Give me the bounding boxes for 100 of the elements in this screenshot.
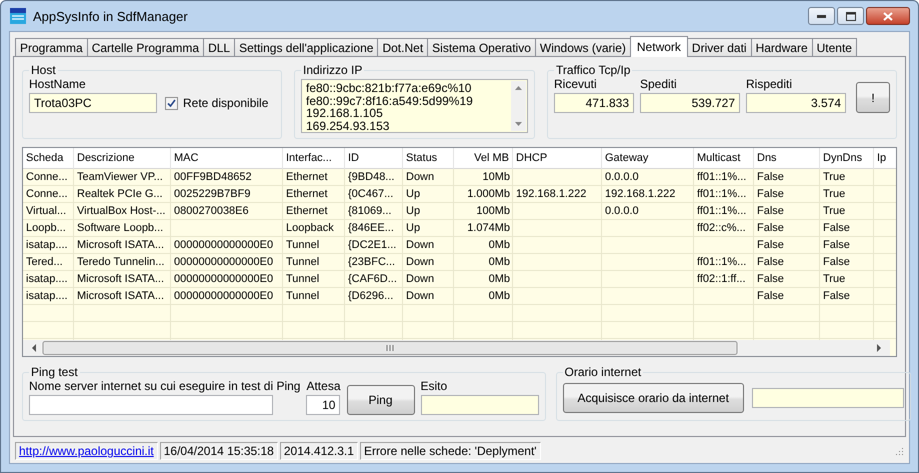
maximize-icon bbox=[846, 12, 856, 20]
table-cell-text: isatap.... bbox=[25, 272, 69, 287]
website-link[interactable]: http://www.paologuccini.it bbox=[15, 442, 158, 460]
table-cell-text: 00FF9BD48652 bbox=[173, 170, 253, 185]
ip-address-list[interactable]: fe80::9cbc:821b:f77a:e69c%10 fe80::99c7:8f16:a549:5d99%19 192.168.1.105 169.254.93.153 bbox=[301, 79, 528, 133]
status-text: 2014.412.3.1 bbox=[280, 442, 358, 460]
table-cell-text: 192.168.1.222 bbox=[604, 187, 676, 202]
table-cell-text: {DC2E1... bbox=[347, 238, 398, 253]
table-cell-text: Down bbox=[405, 238, 436, 253]
maximize-button[interactable] bbox=[837, 7, 864, 25]
tab[interactable]: Hardware bbox=[750, 38, 813, 56]
table-cell-text: Ethernet bbox=[285, 187, 329, 202]
table-cell-text: {81069... bbox=[347, 204, 392, 219]
close-button[interactable] bbox=[866, 7, 910, 25]
table-cell-text: Tered... bbox=[25, 255, 64, 270]
status-text: Errore nelle schede: 'Deplyment' bbox=[360, 442, 541, 460]
ip-address: fe80::99c7:8f16:a549:5d99%19 bbox=[306, 94, 474, 107]
app-icon bbox=[9, 7, 27, 25]
tab[interactable]: Network bbox=[630, 36, 688, 57]
tab[interactable]: Sistema Operativo bbox=[427, 38, 536, 56]
tab[interactable]: Driver dati bbox=[686, 38, 752, 56]
column-header[interactable]: DHCP bbox=[513, 148, 602, 169]
table-cell-text: 0.0.0.0 bbox=[604, 170, 640, 185]
table-cell-text: False bbox=[756, 221, 785, 236]
table-cell-text: False bbox=[822, 255, 851, 270]
table-cell-text: ff01::1%... bbox=[696, 187, 748, 202]
tab[interactable]: Cartelle Programma bbox=[86, 38, 204, 56]
tab[interactable]: Programma bbox=[15, 38, 88, 56]
table-cell-text: Down bbox=[405, 272, 436, 287]
resize-grip-icon[interactable] bbox=[893, 446, 904, 456]
field-label: Esito bbox=[420, 379, 448, 393]
column-header[interactable]: Descrizione bbox=[74, 148, 171, 169]
table-cell-text: Conne... bbox=[25, 170, 69, 185]
field-label: Nome server internet su cui eseguire in test di Ping bbox=[29, 379, 300, 393]
table-cell-text: Ethernet bbox=[285, 204, 329, 219]
column-header[interactable]: Ip bbox=[874, 148, 896, 169]
table-cell-text: ff02::1:ff... bbox=[696, 272, 747, 287]
server-field[interactable] bbox=[29, 395, 273, 415]
column-header[interactable]: Interfac... bbox=[283, 148, 345, 169]
tab[interactable]: Settings dell'applicazione bbox=[234, 38, 378, 56]
table-cell-text: False bbox=[822, 289, 851, 304]
table-cell-text: Realtek PCIe G... bbox=[76, 187, 164, 202]
table-cell-text: False bbox=[756, 187, 785, 202]
table-cell-text: {9BD48... bbox=[347, 170, 396, 185]
table-cell-text: Microsoft ISATA... bbox=[76, 238, 165, 253]
result-field[interactable] bbox=[420, 395, 538, 415]
table-cell-text: False bbox=[822, 221, 851, 236]
counter-field[interactable]: 471.833 bbox=[554, 93, 634, 113]
table-cell-text: Tunnel bbox=[285, 255, 320, 270]
table-cell-text: Loopb... bbox=[25, 221, 67, 236]
group-title: Ping test bbox=[30, 365, 79, 379]
hostname-field[interactable]: Trota03PC bbox=[29, 93, 157, 113]
horizontal-scrollbar[interactable] bbox=[23, 340, 890, 356]
vertical-scrollbar[interactable] bbox=[511, 81, 526, 131]
table-cell-text: {CAF6D... bbox=[347, 272, 398, 287]
minimize-icon bbox=[817, 14, 826, 18]
table-cell-text: ff01::1%... bbox=[696, 255, 748, 270]
tab[interactable]: Utente bbox=[812, 38, 857, 56]
tab[interactable]: Dot.Net bbox=[377, 38, 428, 56]
column-header[interactable]: Dns bbox=[754, 148, 820, 169]
column-header[interactable]: Status bbox=[403, 148, 454, 169]
table-cell-text: VirtualBox Host-... bbox=[76, 204, 166, 219]
time-field[interactable] bbox=[752, 388, 904, 408]
table-cell-text: 0025229B7BF9 bbox=[173, 187, 252, 202]
column-header[interactable]: Gateway bbox=[602, 148, 694, 169]
table-cell-text: 192.168.1.222 bbox=[515, 187, 588, 202]
table-cell-text: Tunnel bbox=[285, 272, 320, 287]
table-cell-text: Up bbox=[405, 221, 422, 236]
checkbox-label: Rete disponibile bbox=[183, 96, 268, 110]
table-cell-text: 1.074Mb bbox=[466, 221, 511, 236]
group-title: Indirizzo IP bbox=[302, 63, 364, 77]
ip-address: fe80::9cbc:821b:f77a:e69c%10 bbox=[306, 82, 472, 94]
column-header[interactable]: Scheda bbox=[23, 148, 74, 169]
column-header[interactable]: Vel MB bbox=[454, 148, 513, 169]
refresh-button[interactable]: ! bbox=[856, 82, 890, 113]
counter-field[interactable]: 539.727 bbox=[640, 93, 740, 113]
minimize-button[interactable] bbox=[808, 7, 835, 25]
tab[interactable]: Windows (varie) bbox=[534, 38, 631, 56]
table-cell-text: 100Mb bbox=[475, 204, 511, 219]
table-cell-text: 00000000000000E0 bbox=[173, 255, 274, 270]
table-cell-text: Virtual... bbox=[25, 204, 68, 219]
wait-field[interactable]: 10 bbox=[306, 395, 340, 415]
checkbox[interactable] bbox=[165, 96, 178, 110]
column-header[interactable]: ID bbox=[345, 148, 403, 169]
column-header[interactable]: DynDns bbox=[820, 148, 874, 169]
table-cell-text: True bbox=[822, 187, 846, 202]
column-header[interactable]: Multicast bbox=[694, 148, 754, 169]
fetch-time-button[interactable]: Acquisisce orario da internet bbox=[562, 383, 744, 413]
tab[interactable]: DLL bbox=[203, 38, 236, 56]
table-cell-text: Microsoft ISATA... bbox=[76, 289, 165, 304]
ping-button[interactable]: Ping bbox=[346, 385, 414, 415]
counter-field[interactable]: 3.574 bbox=[746, 93, 846, 113]
column-header[interactable]: MAC bbox=[171, 148, 283, 169]
field-label: HostName bbox=[29, 77, 87, 91]
close-icon bbox=[883, 12, 893, 20]
ip-address: 192.168.1.105 bbox=[306, 107, 384, 120]
table-cell-text: False bbox=[756, 289, 785, 304]
table-cell-text: Down bbox=[405, 170, 436, 185]
table-cell-text: Up bbox=[405, 204, 422, 219]
table-cell-text: ff02::c%... bbox=[696, 221, 747, 236]
